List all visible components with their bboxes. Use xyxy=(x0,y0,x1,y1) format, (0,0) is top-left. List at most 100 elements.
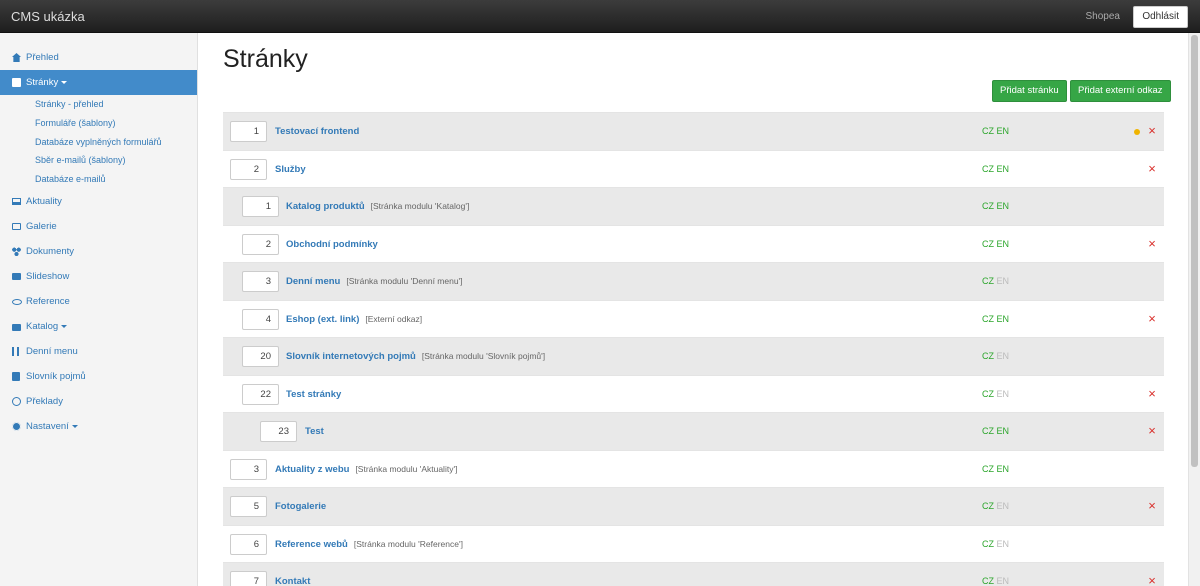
sidebar-subitem[interactable]: Sběr e-mailů (šablony) xyxy=(0,151,197,170)
order-input[interactable]: 5 xyxy=(230,496,267,517)
page-link[interactable]: Aktuality z webu xyxy=(275,464,349,475)
page-scrollbar[interactable] xyxy=(1188,33,1200,586)
sidebar-item[interactable]: Galerie xyxy=(0,214,197,239)
page-link[interactable]: Obchodní podmínky xyxy=(286,239,378,250)
order-input[interactable]: 6 xyxy=(230,533,267,555)
order-input[interactable]: 20 xyxy=(242,346,279,367)
sidebar-item[interactable]: Překlady xyxy=(0,389,197,414)
sidebar-item[interactable]: Aktuality xyxy=(0,189,197,214)
sidebar-item[interactable]: Stránky xyxy=(0,70,197,95)
lang-en[interactable]: EN xyxy=(997,464,1010,474)
order-input[interactable]: 7 xyxy=(230,571,267,586)
lang-en[interactable]: EN xyxy=(997,276,1010,286)
order-input[interactable]: 22 xyxy=(242,383,279,405)
lang-en[interactable]: EN xyxy=(997,501,1010,511)
delete-icon[interactable]: × xyxy=(1145,123,1159,139)
brand-link[interactable]: CMS ukázka xyxy=(11,9,85,24)
delete-icon[interactable]: × xyxy=(1145,423,1159,439)
delete-icon[interactable]: × xyxy=(1145,161,1159,177)
lang-cz[interactable]: CZ xyxy=(982,164,994,174)
lang-en[interactable]: EN xyxy=(997,426,1010,436)
order-input[interactable]: 3 xyxy=(230,458,267,480)
lang-en[interactable]: EN xyxy=(997,539,1010,549)
globe-icon xyxy=(12,396,21,406)
sidebar-subitem[interactable]: Databáze e-mailů xyxy=(0,170,197,189)
sidebar-item[interactable]: Denní menu xyxy=(0,339,197,364)
lang-en[interactable]: EN xyxy=(997,164,1010,174)
lang-cz[interactable]: CZ xyxy=(982,201,994,211)
page-link[interactable]: Katalog produktů xyxy=(286,201,365,212)
lang-en[interactable]: EN xyxy=(997,126,1010,136)
add-page-button[interactable]: Přidat stránku xyxy=(992,80,1067,102)
page-name[interactable]: Reference webů [Stránka modulu 'Reference… xyxy=(275,539,463,550)
order-input[interactable]: 4 xyxy=(242,308,279,330)
sidebar-item[interactable]: Slideshow xyxy=(0,264,197,289)
page-name[interactable]: Kontakt xyxy=(275,576,310,586)
lang-en[interactable]: EN xyxy=(997,389,1010,399)
sidebar-item[interactable]: Reference xyxy=(0,289,197,314)
delete-icon[interactable]: × xyxy=(1145,311,1159,327)
lang-cz[interactable]: CZ xyxy=(982,314,994,324)
sidebar-subitem[interactable]: Databáze vyplněných formulářů xyxy=(0,133,197,152)
scrollbar-thumb[interactable] xyxy=(1191,35,1198,467)
page-name[interactable]: Eshop (ext. link) [Externí odkaz] xyxy=(286,314,422,325)
sidebar-item[interactable]: Katalog xyxy=(0,314,197,339)
page-link[interactable]: Testovací frontend xyxy=(275,126,359,137)
lang-en[interactable]: EN xyxy=(997,576,1010,586)
page-name[interactable]: Testovací frontend xyxy=(275,126,359,137)
order-input[interactable]: 2 xyxy=(230,158,267,180)
page-name[interactable]: Aktuality z webu [Stránka modulu 'Aktuali… xyxy=(275,464,457,475)
logout-button[interactable]: Odhlásit xyxy=(1133,6,1188,28)
page-name[interactable]: Denní menu [Stránka modulu 'Denní menu'] xyxy=(286,276,463,287)
lang-cz[interactable]: CZ xyxy=(982,239,994,249)
lang-en[interactable]: EN xyxy=(997,239,1010,249)
lang-cz[interactable]: CZ xyxy=(982,501,994,511)
lang-en[interactable]: EN xyxy=(997,314,1010,324)
delete-icon[interactable]: × xyxy=(1145,498,1159,514)
order-input[interactable]: 1 xyxy=(230,121,267,142)
page-link[interactable]: Slovník internetových pojmů xyxy=(286,351,416,362)
order-input[interactable]: 1 xyxy=(242,196,279,217)
sidebar-subitem[interactable]: Formuláře (šablony) xyxy=(0,114,197,133)
lang-cz[interactable]: CZ xyxy=(982,539,994,549)
order-input[interactable]: 2 xyxy=(242,233,279,255)
sidebar-item[interactable]: Přehled xyxy=(0,45,197,70)
page-name[interactable]: Test stránky xyxy=(286,389,341,400)
sidebar-item[interactable]: Slovník pojmů xyxy=(0,364,197,389)
lang-en[interactable]: EN xyxy=(997,201,1010,211)
page-link[interactable]: Kontakt xyxy=(275,576,310,586)
lang-en[interactable]: EN xyxy=(997,351,1010,361)
language-flags: CZ EN xyxy=(982,351,1009,361)
page-link[interactable]: Test stránky xyxy=(286,389,341,400)
page-module-note: [Stránka modulu 'Aktuality'] xyxy=(355,463,458,474)
sidebar-item[interactable]: Nastavení xyxy=(0,414,197,439)
delete-icon[interactable]: × xyxy=(1145,386,1159,402)
lang-cz[interactable]: CZ xyxy=(982,276,994,286)
page-name[interactable]: Katalog produktů [Stránka modulu 'Katalog… xyxy=(286,201,469,212)
delete-icon[interactable]: × xyxy=(1145,573,1159,586)
order-input[interactable]: 3 xyxy=(242,271,279,292)
page-link[interactable]: Fotogalerie xyxy=(275,501,326,512)
sidebar-item-label: Nastavení xyxy=(26,420,69,432)
page-name[interactable]: Slovník internetových pojmů [Stránka modu… xyxy=(286,351,545,362)
lang-cz[interactable]: CZ xyxy=(982,389,994,399)
page-name[interactable]: Obchodní podmínky xyxy=(286,239,378,250)
lang-cz[interactable]: CZ xyxy=(982,126,994,136)
page-link[interactable]: Služby xyxy=(275,164,306,175)
order-input[interactable]: 23 xyxy=(260,421,297,442)
page-link[interactable]: Denní menu xyxy=(286,276,340,287)
lang-cz[interactable]: CZ xyxy=(982,351,994,361)
page-name[interactable]: Test xyxy=(305,426,324,437)
lang-cz[interactable]: CZ xyxy=(982,426,994,436)
lang-cz[interactable]: CZ xyxy=(982,464,994,474)
page-name[interactable]: Fotogalerie xyxy=(275,501,326,512)
page-name[interactable]: Služby xyxy=(275,164,306,175)
lang-cz[interactable]: CZ xyxy=(982,576,994,586)
page-link[interactable]: Reference webů xyxy=(275,539,348,550)
page-link[interactable]: Eshop (ext. link) xyxy=(286,314,359,325)
page-link[interactable]: Test xyxy=(305,426,324,437)
sidebar-subitem[interactable]: Stránky - přehled xyxy=(0,95,197,114)
delete-icon[interactable]: × xyxy=(1145,236,1159,252)
sidebar-item[interactable]: Dokumenty xyxy=(0,239,197,264)
add-external-link-button[interactable]: Přidat externí odkaz xyxy=(1070,80,1171,102)
